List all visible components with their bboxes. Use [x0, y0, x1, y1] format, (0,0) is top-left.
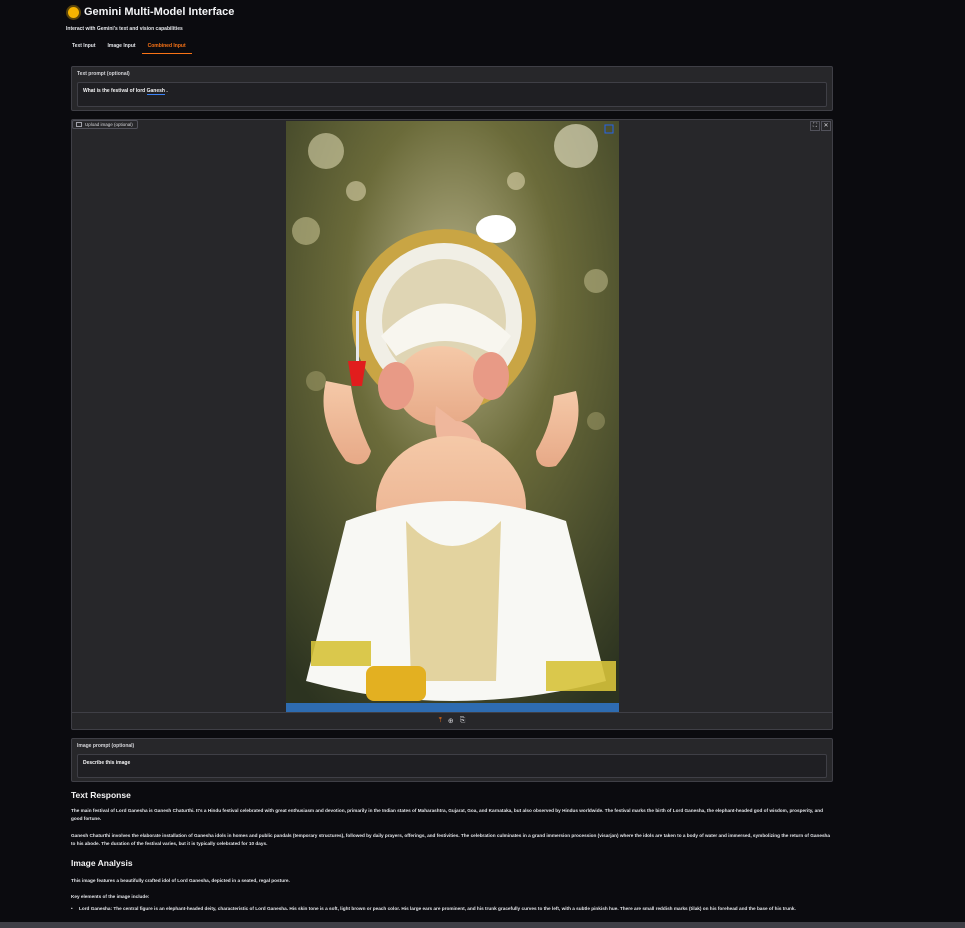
webcam-icon[interactable]: ⊕: [448, 717, 454, 725]
horizontal-scrollbar[interactable]: [0, 922, 965, 928]
upload-icon[interactable]: ⤒: [439, 717, 442, 725]
image-prompt-block: Image prompt (optional) Describe this im…: [71, 738, 833, 782]
text-prompt-value: What is the festival of lord Ganesh .: [83, 88, 168, 95]
image-analysis-paragraph-1: This image features a beautifully crafte…: [71, 878, 290, 883]
text-response-paragraph-1: The main festival of Lord Ganesha is Gan…: [71, 808, 823, 822]
clipboard-icon[interactable]: ⎘: [460, 717, 466, 725]
text-response-heading: Text Response: [71, 790, 131, 800]
clear-image-button[interactable]: ✕: [821, 121, 831, 131]
text-response-paragraph-2: Ganesh Chaturthi involves the elaborate …: [71, 833, 831, 847]
image-prompt-label: Image prompt (optional): [77, 743, 135, 749]
app-title: Gemini Multi-Model Interface: [68, 6, 234, 18]
uploaded-image: [286, 121, 619, 713]
upload-label: Upload image (optional): [72, 120, 138, 129]
image-prompt-input[interactable]: Describe this image: [77, 754, 827, 778]
image-analysis-list-item: • Lord Ganesha: The central figure is an…: [71, 905, 831, 913]
image-icon: [76, 122, 82, 127]
image-analysis-heading: Image Analysis: [71, 858, 133, 868]
app-title-text: Gemini Multi-Model Interface: [84, 6, 235, 18]
text-prompt-input[interactable]: What is the festival of lord Ganesh .: [77, 82, 827, 107]
image-analysis-paragraph-2: Key elements of the image include:: [71, 894, 150, 899]
upload-image-block[interactable]: Upload image (optional) ⛶ ✕ ⤒ ⊕ ⎘: [71, 119, 833, 730]
tab-image-input[interactable]: Image Input: [102, 41, 142, 54]
fullscreen-button[interactable]: ⛶: [810, 121, 820, 131]
app-subtitle: Interact with Gemini's text and vision c…: [66, 26, 183, 32]
spellcheck-word: Ganesh: [146, 88, 165, 95]
text-prompt-label: Text prompt (optional): [77, 71, 130, 77]
sun-icon: [68, 6, 79, 18]
image-prompt-value: Describe this image: [83, 760, 131, 766]
tab-bar: Text Input Image Input Combined Input: [66, 41, 192, 54]
text-prompt-block: Text prompt (optional) What is the festi…: [71, 66, 833, 111]
bullet-icon: •: [71, 906, 73, 911]
tab-combined-input[interactable]: Combined Input: [141, 41, 192, 54]
tab-text-input[interactable]: Text Input: [66, 41, 102, 54]
image-toolbar: ⤒ ⊕ ⎘: [72, 712, 832, 729]
